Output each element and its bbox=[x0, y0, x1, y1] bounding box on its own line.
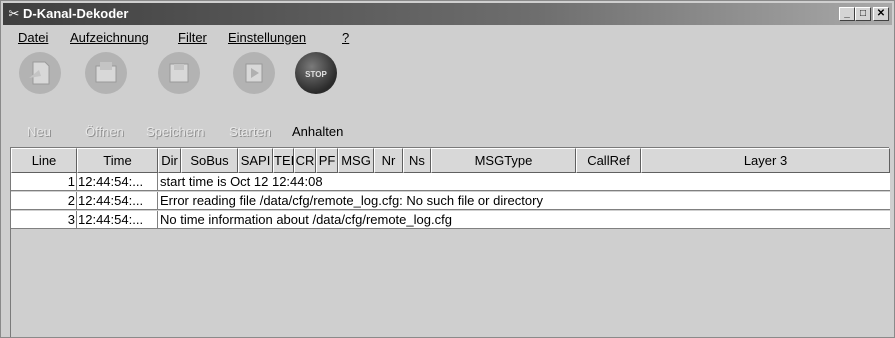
cell-time: 12:44:54:... bbox=[77, 211, 158, 229]
table-row[interactable]: 1 12:44:54:... start time is Oct 12 12:4… bbox=[11, 173, 890, 191]
close-button[interactable]: ✕ bbox=[873, 7, 889, 21]
save-label: Speichern bbox=[146, 124, 205, 139]
start-button[interactable]: Starten bbox=[227, 52, 283, 144]
new-label: Neu bbox=[27, 124, 51, 139]
column-header-callref[interactable]: CallRef bbox=[576, 148, 641, 173]
cell-message: No time information about /data/cfg/remo… bbox=[160, 212, 452, 227]
table-header: Line Time Dir SoBus SAPI TEI CR PF MSG N… bbox=[11, 148, 890, 173]
start-record-icon bbox=[233, 52, 275, 94]
cell-time: 12:44:54:... bbox=[77, 192, 158, 210]
column-header-dir[interactable]: Dir bbox=[158, 148, 181, 173]
column-header-layer3[interactable]: Layer 3 bbox=[641, 148, 890, 173]
cell-line: 1 bbox=[11, 173, 77, 191]
save-disk-icon bbox=[158, 52, 200, 94]
column-header-cr[interactable]: CR bbox=[294, 148, 316, 173]
maximize-button[interactable]: □ bbox=[855, 7, 871, 21]
stop-sign-icon: STOP bbox=[295, 52, 337, 94]
cell-line: 3 bbox=[11, 211, 77, 229]
column-header-sobus[interactable]: SoBus bbox=[181, 148, 238, 173]
column-header-msgtype[interactable]: MSGType bbox=[431, 148, 576, 173]
column-header-line[interactable]: Line bbox=[11, 148, 77, 173]
column-header-tei[interactable]: TEI bbox=[273, 148, 294, 173]
cell-message: Error reading file /data/cfg/remote_log.… bbox=[160, 193, 543, 208]
cell-line: 2 bbox=[11, 192, 77, 210]
column-header-nr[interactable]: Nr bbox=[374, 148, 403, 173]
open-folder-icon bbox=[85, 52, 127, 94]
save-button[interactable]: Speichern bbox=[146, 52, 224, 144]
column-header-sapi[interactable]: SAPI bbox=[238, 148, 273, 173]
start-label: Starten bbox=[229, 124, 271, 139]
decoder-table[interactable]: Line Time Dir SoBus SAPI TEI CR PF MSG N… bbox=[10, 147, 890, 337]
menu-help[interactable]: ? bbox=[342, 30, 349, 45]
title-bar[interactable]: ✂ D-Kanal-Dekoder _ □ ✕ bbox=[3, 3, 892, 25]
stop-icon-text: STOP bbox=[305, 70, 327, 79]
app-logo-icon: ✂ bbox=[8, 6, 20, 21]
stop-button[interactable]: STOP Anhalten bbox=[291, 52, 361, 144]
window-title: D-Kanal-Dekoder bbox=[23, 6, 129, 21]
open-label: Öffnen bbox=[85, 124, 124, 139]
open-button[interactable]: Öffnen bbox=[83, 52, 139, 144]
menu-einstellungen[interactable]: Einstellungen bbox=[228, 30, 306, 45]
table-row[interactable]: 3 12:44:54:... No time information about… bbox=[11, 211, 890, 229]
stop-label: Anhalten bbox=[292, 124, 344, 139]
new-button[interactable]: Neu bbox=[15, 52, 65, 144]
menu-bar: Datei Aufzeichnung Filter Einstellungen … bbox=[3, 27, 892, 47]
column-header-pf[interactable]: PF bbox=[316, 148, 338, 173]
toolbar: Neu Öffnen Speichern Starten STOP Anhalt… bbox=[3, 49, 892, 145]
cell-message: start time is Oct 12 12:44:08 bbox=[160, 174, 323, 189]
minimize-button[interactable]: _ bbox=[839, 7, 855, 21]
application-window: ✂ D-Kanal-Dekoder _ □ ✕ Datei Aufzeichnu… bbox=[0, 0, 895, 338]
table-row[interactable]: 2 12:44:54:... Error reading file /data/… bbox=[11, 192, 890, 210]
menu-aufzeichnung[interactable]: Aufzeichnung bbox=[70, 30, 149, 45]
column-header-msg[interactable]: MSG bbox=[338, 148, 374, 173]
new-file-icon bbox=[19, 52, 61, 94]
cell-time: 12:44:54:... bbox=[77, 173, 158, 191]
menu-filter[interactable]: Filter bbox=[178, 30, 207, 45]
column-header-time[interactable]: Time bbox=[77, 148, 158, 173]
menu-datei[interactable]: Datei bbox=[18, 30, 48, 45]
column-header-ns[interactable]: Ns bbox=[403, 148, 431, 173]
